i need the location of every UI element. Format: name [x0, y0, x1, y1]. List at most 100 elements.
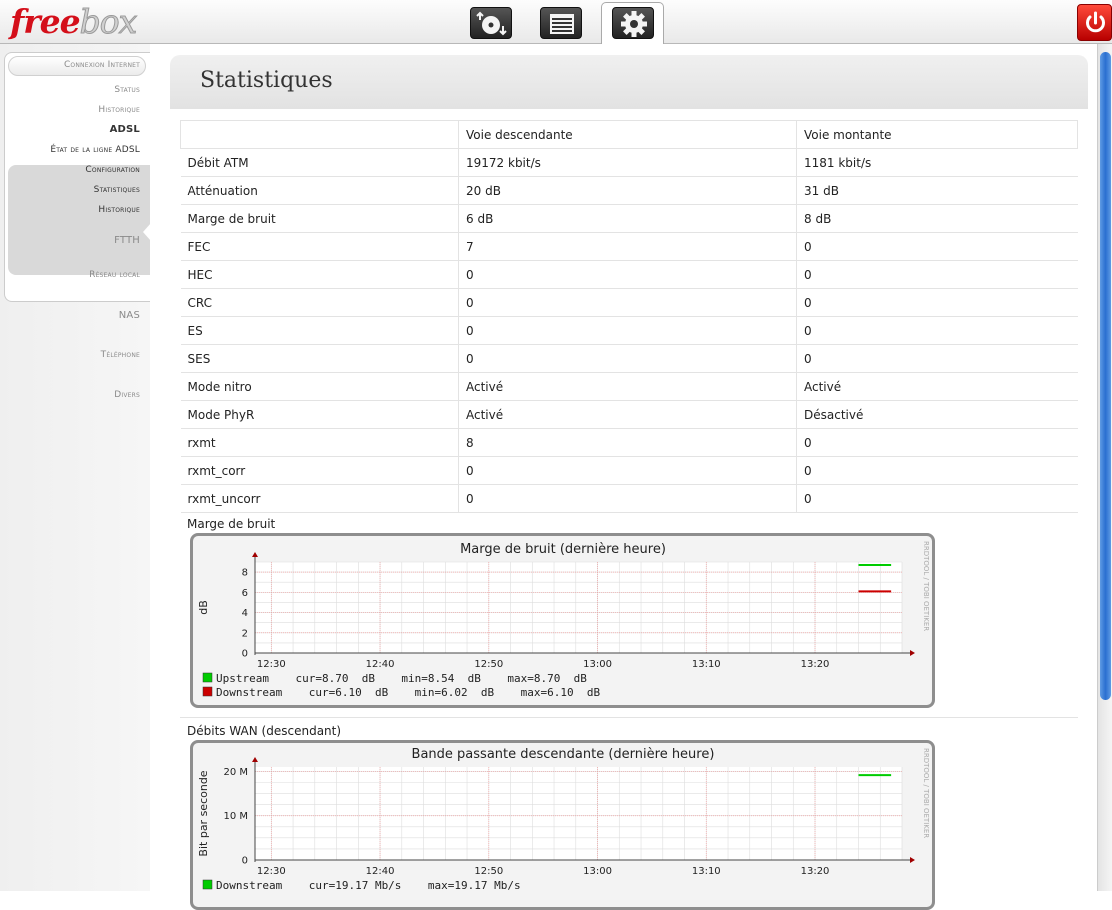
sidebar-adsl-group — [8, 165, 150, 275]
sidebar-item-configuration[interactable]: Configuration — [85, 165, 140, 175]
list-button[interactable] — [540, 7, 582, 39]
legend-swatch — [202, 879, 213, 890]
x-tick-label: 12:30 — [257, 659, 286, 670]
table-cell: 0 — [458, 288, 797, 317]
x-axis-arrow — [910, 650, 915, 656]
settings-button[interactable] — [612, 7, 654, 39]
table-row: Atténuation 20 dB 31 dB — [180, 176, 1078, 205]
sidebar-item-etat[interactable]: État de la ligne ADSL — [50, 145, 140, 155]
table-cell: Activé — [796, 372, 1078, 401]
y-tick-label: 6 — [242, 588, 248, 599]
table-cell: rxmt_uncorr — [180, 484, 459, 513]
table-cell: 31 dB — [796, 176, 1078, 205]
x-tick-label: 13:10 — [692, 659, 721, 670]
table-cell: SES — [180, 344, 459, 373]
wan-bandwidth-chart: Bande passante descendante (dernière heu… — [197, 747, 930, 892]
table-header-cell: Voie descendante — [458, 120, 797, 149]
table-cell: rxmt — [180, 428, 459, 457]
table-cell: Atténuation — [180, 176, 459, 205]
sidebar-item-nas[interactable]: NAS — [119, 310, 140, 321]
x-axis-arrow — [910, 857, 915, 863]
table-row: Marge de bruit 6 dB 8 dB — [180, 204, 1078, 233]
sidebar-item-status[interactable]: Status — [114, 85, 140, 95]
table-row: HEC 0 0 — [180, 260, 1078, 289]
noise-margin-graph: Marge de bruit (dernière heure) RRDTOOL /… — [190, 533, 935, 708]
y-tick-label: 20 M — [223, 767, 248, 778]
table-cell: 0 — [796, 316, 1078, 345]
table-cell: 0 — [796, 456, 1078, 485]
y-axis-label: dB — [197, 600, 210, 615]
sidebar-item-divers[interactable]: Divers — [114, 390, 140, 400]
x-tick-label: 13:20 — [801, 866, 830, 877]
y-tick-label: 0 — [242, 856, 248, 867]
table-cell: 8 — [458, 428, 797, 457]
table-cell: 0 — [796, 260, 1078, 289]
sidebar-item-historique-adsl[interactable]: Historique — [98, 205, 140, 215]
table-cell: 7 — [458, 232, 797, 261]
table-cell: 20 dB — [458, 176, 797, 205]
table-row: rxmt_uncorr 0 0 — [180, 484, 1078, 513]
table-row: rxmt 8 0 — [180, 428, 1078, 457]
gear-icon — [621, 11, 647, 37]
x-tick-label: 13:10 — [692, 866, 721, 877]
y-tick-label: 2 — [242, 628, 248, 639]
title-bar: Statistiques — [170, 55, 1088, 109]
table-header-cell: Voie montante — [796, 120, 1078, 149]
x-tick-label: 12:40 — [366, 866, 395, 877]
scrollbar-thumb[interactable] — [1100, 52, 1111, 700]
x-tick-label: 13:00 — [583, 659, 612, 670]
download-icon — [476, 11, 507, 36]
table-row: CRC 0 0 — [180, 288, 1078, 317]
legend-entry: Downstream cur=6.10 dB min=6.02 dB max=6… — [216, 686, 600, 699]
x-tick-label: 13:20 — [801, 659, 830, 670]
y-axis-arrow — [252, 757, 258, 762]
table-cell: 0 — [458, 316, 797, 345]
sidebar-item-ftth[interactable]: FTTH — [114, 235, 140, 246]
table-row: Débit ATM 19172 kbit/s 1181 kbit/s — [180, 148, 1078, 177]
vertical-scrollbar[interactable] — [1097, 44, 1112, 891]
sidebar-item-telephone[interactable]: Téléphone — [101, 350, 140, 360]
page-title: Statistiques — [200, 68, 333, 93]
sidebar-item-connexion[interactable]: Connexion Internet — [64, 60, 140, 70]
table-row: rxmt_corr 0 0 — [180, 456, 1078, 485]
x-tick-label: 13:00 — [583, 866, 612, 877]
table-cell: 0 — [796, 288, 1078, 317]
power-icon — [1086, 11, 1105, 33]
table-cell: 0 — [796, 484, 1078, 513]
sidebar-item-adsl[interactable]: ADSL — [110, 124, 140, 135]
table-row: ES 0 0 — [180, 316, 1078, 345]
legend-entry: Upstream cur=8.70 dB min=8.54 dB max=8.7… — [216, 672, 587, 685]
power-button[interactable] — [1077, 4, 1112, 41]
graph2-section-label: Débits WAN (descendant) — [187, 724, 342, 738]
settings-tab[interactable] — [601, 2, 664, 46]
freebox-logo[interactable]: freebox — [10, 2, 138, 42]
x-tick-label: 12:40 — [366, 659, 395, 670]
table-cell: rxmt_corr — [180, 456, 459, 485]
sidebar: Connexion Internet Status Historique ADS… — [0, 44, 151, 891]
x-tick-label: 12:50 — [474, 866, 503, 877]
table-header-cell — [180, 120, 459, 149]
table-cell: 0 — [796, 428, 1078, 457]
sidebar-item-statistiques[interactable]: Statistiques — [94, 185, 140, 195]
list-icon — [550, 14, 574, 34]
table-cell: 0 — [458, 260, 797, 289]
divider — [180, 717, 1078, 718]
download-button[interactable] — [470, 7, 512, 39]
table-cell: 6 dB — [458, 204, 797, 233]
legend-swatch — [202, 672, 213, 683]
wan-bandwidth-graph: Bande passante descendante (dernière heu… — [190, 740, 935, 910]
table-cell: 0 — [796, 232, 1078, 261]
sidebar-item-reseau[interactable]: Réseau local — [89, 270, 140, 280]
plot-area — [255, 767, 902, 860]
y-tick-label: 10 M — [223, 811, 248, 822]
table-cell: CRC — [180, 288, 459, 317]
table-cell: 8 dB — [796, 204, 1078, 233]
graph1-section-label: Marge de bruit — [187, 517, 276, 531]
table-cell: 0 — [458, 456, 797, 485]
table-cell: HEC — [180, 260, 459, 289]
legend-swatch — [202, 686, 213, 697]
y-tick-label: 0 — [242, 649, 248, 660]
sidebar-item-historique[interactable]: Historique — [98, 105, 140, 115]
y-axis-arrow — [252, 552, 258, 557]
legend-entry: Downstream cur=19.17 Mb/s max=19.17 Mb/s — [216, 879, 521, 892]
